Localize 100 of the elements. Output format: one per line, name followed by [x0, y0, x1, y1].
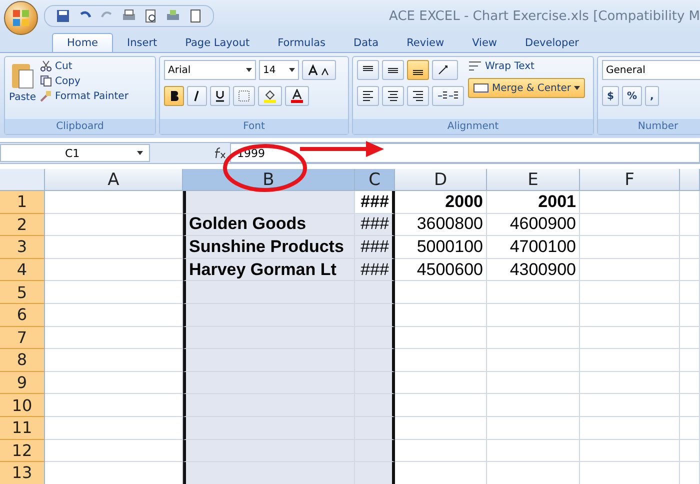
table-cell [680, 394, 700, 417]
row-header[interactable]: 3 [0, 236, 45, 259]
ribbon-tab[interactable]: Data [340, 34, 393, 52]
table-cell [680, 372, 700, 394]
fill-color-button[interactable] [258, 86, 282, 106]
font-size-field[interactable]: 14 [259, 60, 299, 80]
table-cell [680, 258, 700, 282]
table-cell: ### [355, 214, 395, 236]
copy-button[interactable]: Copy [55, 76, 80, 86]
table-cell: 5000100 [395, 236, 487, 259]
comma-button[interactable]: , [645, 86, 659, 106]
wrap-text-button[interactable]: Wrap Text [485, 60, 534, 72]
row-header[interactable]: 4 [0, 258, 45, 282]
row-header[interactable]: 8 [0, 349, 45, 372]
row-header[interactable]: 7 [0, 326, 45, 350]
bottom-align-button[interactable] [407, 60, 429, 80]
table-cell: 4500600 [395, 258, 487, 282]
row-header[interactable]: 10 [0, 394, 45, 417]
table-cell: Harvey Gorman Lt [183, 258, 355, 282]
row-header[interactable]: 9 [0, 372, 45, 394]
borders-button[interactable] [233, 86, 255, 106]
table-cell [355, 372, 395, 394]
group-label: Alignment [353, 119, 593, 134]
table-cell: 3600800 [395, 214, 487, 236]
underline-button[interactable] [210, 86, 230, 106]
paste-button[interactable]: Paste [9, 92, 36, 103]
table-cell: ### [355, 236, 395, 259]
paint-bucket-icon [263, 89, 277, 103]
row-header[interactable]: 1 [0, 191, 45, 214]
copy-icon [40, 75, 52, 87]
middle-align-button[interactable] [382, 60, 404, 80]
column-header[interactable]: A [45, 169, 183, 191]
table-cell [680, 326, 700, 350]
table-cell [355, 394, 395, 417]
currency-button[interactable]: $ [602, 86, 619, 106]
column-header[interactable]: D [395, 169, 487, 191]
paintbrush-icon [40, 90, 52, 102]
cut-button[interactable]: Cut [55, 60, 72, 72]
bold-button[interactable] [164, 86, 184, 106]
column-header[interactable]: E [487, 169, 580, 191]
column-header[interactable]: B [183, 169, 355, 191]
align-center-button[interactable] [382, 86, 404, 106]
table-cell [680, 349, 700, 372]
caret-icon [246, 68, 252, 72]
ribbon-tab[interactable]: Page Layout [171, 34, 264, 52]
row-header[interactable]: 6 [0, 304, 45, 327]
table-cell [680, 281, 700, 304]
name-box[interactable]: C1 [0, 144, 150, 162]
caret-icon [289, 68, 295, 72]
table-cell [680, 214, 700, 236]
function-icon[interactable] [212, 147, 226, 159]
row-header[interactable]: 13 [0, 462, 45, 484]
font-color-button[interactable] [285, 86, 309, 106]
align-lines-icon [362, 90, 374, 102]
table-cell [680, 440, 700, 462]
table-cell [355, 416, 395, 440]
wrap-text-icon [468, 60, 482, 72]
italic-button[interactable] [187, 86, 207, 106]
italic-icon [192, 90, 202, 102]
number-format-field[interactable]: General [602, 60, 700, 80]
font-size-buttons[interactable] [302, 60, 336, 80]
ribbon-tab[interactable]: Home [52, 33, 114, 52]
save-icon[interactable] [55, 8, 71, 24]
font-name-field[interactable]: Arial [164, 60, 256, 80]
align-left-button[interactable] [357, 86, 379, 106]
table-cell [680, 304, 700, 327]
table-cell: 2001 [487, 191, 580, 214]
row-header[interactable]: 12 [0, 440, 45, 462]
column-header[interactable]: F [580, 169, 680, 191]
table-cell: 2000 [395, 191, 487, 214]
table-cell [355, 281, 395, 304]
grow-shrink-font-icon [307, 64, 331, 76]
table-cell: ### [355, 191, 395, 214]
format-painter-button[interactable]: Format Painter [55, 90, 128, 102]
row-header[interactable]: 5 [0, 281, 45, 304]
row-header[interactable]: 11 [0, 416, 45, 440]
table-cell: 4700100 [487, 236, 580, 259]
table-cell [680, 236, 700, 259]
align-lines-icon [387, 90, 399, 102]
table-cell: Golden Goods [183, 214, 355, 236]
column-header[interactable]: C [355, 169, 395, 191]
office-button[interactable] [4, 1, 38, 35]
percent-button[interactable]: % [622, 86, 642, 106]
ribbon-tab[interactable]: View [458, 34, 511, 52]
merge-center-button[interactable]: Merge & Center [468, 78, 586, 98]
row-header[interactable]: 2 [0, 214, 45, 236]
ribbon-tab[interactable]: Insert [113, 34, 172, 52]
indent-button[interactable] [432, 86, 464, 106]
ribbon-tab[interactable]: Formulas [264, 34, 340, 52]
underline-icon [215, 90, 225, 102]
merge-icon [473, 82, 489, 94]
logo [12, 9, 30, 27]
ribbon-tab[interactable]: Review [392, 34, 458, 52]
font-color-icon [290, 89, 304, 103]
orientation-button[interactable] [432, 60, 458, 80]
caret-icon [137, 151, 143, 155]
table-cell [355, 326, 395, 350]
top-align-button[interactable] [357, 60, 379, 80]
align-right-button[interactable] [407, 86, 429, 106]
ribbon-tab[interactable]: Developer [511, 34, 594, 52]
